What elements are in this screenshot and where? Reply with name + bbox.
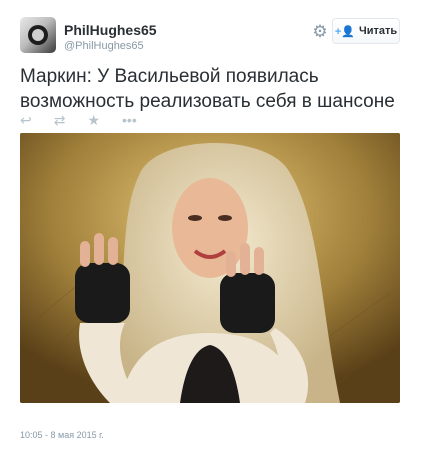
add-user-icon: +👤 [334,25,355,38]
retweet-icon[interactable]: ⇄ [54,112,66,128]
favorite-star-icon[interactable]: ★ [87,112,100,128]
display-name[interactable]: PhilHughes65 [64,22,157,38]
tweet-actions: ↩ ⇄ ★ ••• [20,112,137,128]
avatar[interactable] [20,17,56,53]
more-dots-icon[interactable]: ••• [122,112,137,128]
tweet-timestamp[interactable]: 10:05 - 8 мая 2015 г. [20,430,104,440]
follow-button[interactable]: +👤 Читать [332,18,400,44]
follow-button-label: Читать [358,25,398,37]
tweet-header: PhilHughes65 @PhilHughes65 ⚙ +👤 Читать [20,16,404,56]
gear-icon[interactable]: ⚙ [310,22,330,42]
photo-illustration [20,133,400,403]
tweet-photo[interactable] [20,133,400,403]
tweet-text: Маркин: У Васильевой появилась возможнос… [20,66,395,112]
username[interactable]: @PhilHughes65 [64,40,144,52]
reply-icon[interactable]: ↩ [20,112,32,128]
